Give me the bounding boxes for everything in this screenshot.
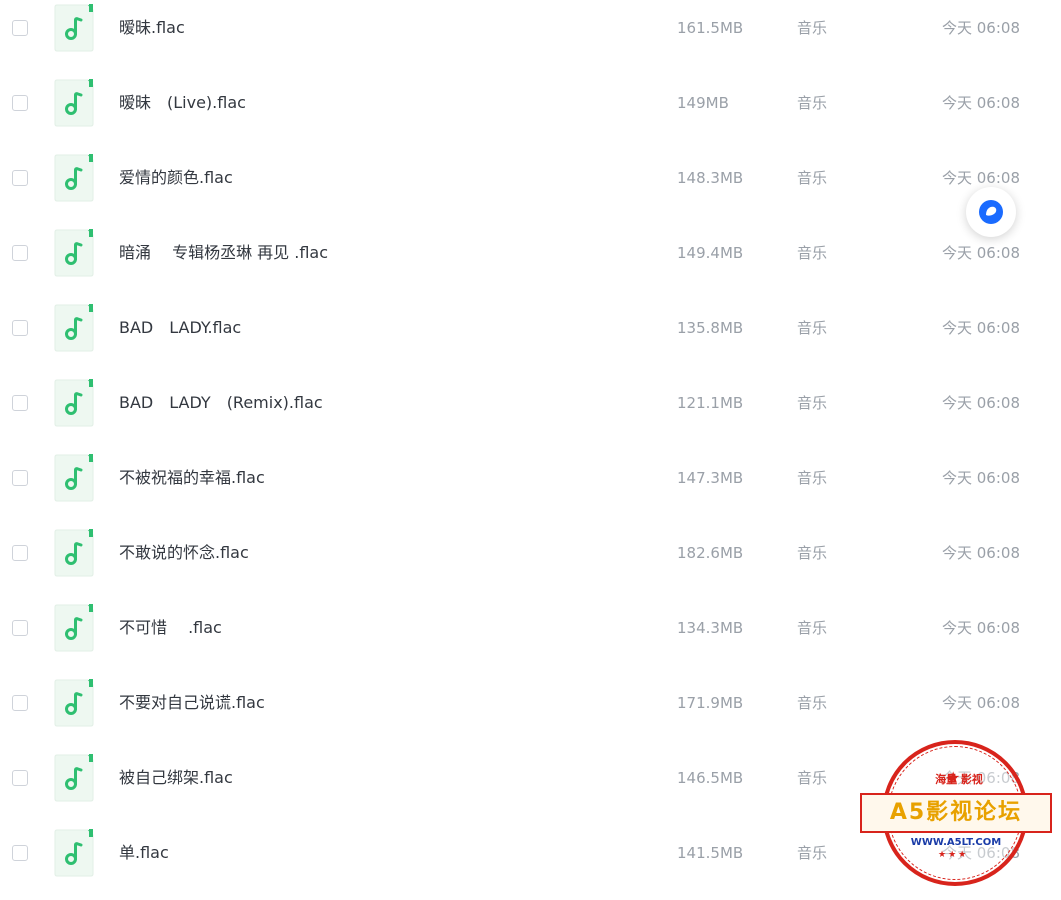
file-type: 音乐 xyxy=(797,544,828,562)
music-file-icon xyxy=(54,679,94,727)
file-name[interactable]: 爱情的颜色.flac xyxy=(119,168,233,188)
music-file-icon xyxy=(54,454,94,502)
file-modified-time: 今天 06:08 xyxy=(942,544,1020,562)
music-file-icon xyxy=(54,154,94,202)
row-checkbox[interactable] xyxy=(12,845,28,861)
stamp-stars-icon: ★★★ xyxy=(938,850,969,860)
music-file-icon xyxy=(54,754,94,802)
row-checkbox[interactable] xyxy=(12,620,28,636)
file-name[interactable]: 不要对自己说谎.flac xyxy=(119,693,265,713)
stamp-banner: A5影视论坛 xyxy=(860,793,1052,833)
file-name[interactable]: 暧昧.flac xyxy=(119,18,185,38)
file-type: 音乐 xyxy=(797,844,828,862)
music-file-icon xyxy=(54,529,94,577)
file-row[interactable]: 不要对自己说谎.flac 171.9MB 音乐 今天 06:08 xyxy=(0,666,1061,741)
file-row[interactable]: 暧昧.flac 161.5MB 音乐 今天 06:08 xyxy=(0,0,1061,66)
file-modified-time: 今天 06:08 xyxy=(942,244,1020,262)
file-type: 音乐 xyxy=(797,244,828,262)
file-size: 135.8MB xyxy=(677,319,744,337)
file-type: 音乐 xyxy=(797,694,828,712)
file-modified-time: 今天 06:08 xyxy=(942,19,1020,37)
music-file-icon xyxy=(54,379,94,427)
file-modified-time: 今天 06:08 xyxy=(942,94,1020,112)
row-checkbox[interactable] xyxy=(12,545,28,561)
file-modified-time: 今天 06:08 xyxy=(942,319,1020,337)
file-type: 音乐 xyxy=(797,319,828,337)
file-type: 音乐 xyxy=(797,469,828,487)
music-file-icon xyxy=(54,229,94,277)
row-checkbox[interactable] xyxy=(12,20,28,36)
file-size: 141.5MB xyxy=(677,844,744,862)
row-checkbox[interactable] xyxy=(12,395,28,411)
file-name[interactable]: 不可惜 .flac xyxy=(119,618,222,638)
floating-chat-button[interactable] xyxy=(966,187,1016,237)
row-checkbox[interactable] xyxy=(12,245,28,261)
file-modified-time: 今天 06:08 xyxy=(942,694,1020,712)
file-type: 音乐 xyxy=(797,19,828,37)
file-row[interactable]: 不被祝福的幸福.flac 147.3MB 音乐 今天 06:08 xyxy=(0,441,1061,516)
music-file-icon xyxy=(54,4,94,52)
file-size: 149.4MB xyxy=(677,244,744,262)
music-file-icon xyxy=(54,604,94,652)
row-checkbox[interactable] xyxy=(12,470,28,486)
file-modified-time: 今天 06:08 xyxy=(942,469,1020,487)
row-checkbox[interactable] xyxy=(12,695,28,711)
row-checkbox[interactable] xyxy=(12,770,28,786)
file-name[interactable]: BAD LADY (Remix).flac xyxy=(119,393,323,413)
file-size: 182.6MB xyxy=(677,544,744,562)
file-name[interactable]: 不被祝福的幸福.flac xyxy=(119,468,265,488)
file-row[interactable]: 暧昧 (Live).flac 149MB 音乐 今天 06:08 xyxy=(0,66,1061,141)
row-checkbox[interactable] xyxy=(12,320,28,336)
file-name[interactable]: BAD LADY.flac xyxy=(119,318,241,338)
row-checkbox[interactable] xyxy=(12,95,28,111)
file-row[interactable]: 不可惜 .flac 134.3MB 音乐 今天 06:08 xyxy=(0,591,1061,666)
star-icon: ★ xyxy=(946,768,961,787)
file-size: 148.3MB xyxy=(677,169,744,187)
file-type: 音乐 xyxy=(797,94,828,112)
music-file-icon xyxy=(54,829,94,877)
file-size: 171.9MB xyxy=(677,694,744,712)
chat-bubble-icon xyxy=(979,200,1003,224)
music-file-icon xyxy=(54,304,94,352)
file-size: 134.3MB xyxy=(677,619,744,637)
file-name[interactable]: 被自己绑架.flac xyxy=(119,768,233,788)
file-type: 音乐 xyxy=(797,769,828,787)
file-name[interactable]: 暗涌 专辑杨丞琳 再见 .flac xyxy=(119,243,328,263)
file-modified-time: 今天 06:08 xyxy=(942,619,1020,637)
file-type: 音乐 xyxy=(797,169,828,187)
row-checkbox[interactable] xyxy=(12,170,28,186)
file-size: 147.3MB xyxy=(677,469,744,487)
file-modified-time: 今天 06:08 xyxy=(942,394,1020,412)
file-type: 音乐 xyxy=(797,619,828,637)
file-size: 146.5MB xyxy=(677,769,744,787)
watermark-stamp: 海量 影视 ★ A5影视论坛 WWW.A5LT.COM ★★★ xyxy=(858,738,1058,894)
stamp-url: WWW.A5LT.COM xyxy=(910,837,1002,848)
file-row[interactable]: 不敢说的怀念.flac 182.6MB 音乐 今天 06:08 xyxy=(0,516,1061,591)
music-file-icon xyxy=(54,79,94,127)
file-type: 音乐 xyxy=(797,394,828,412)
file-modified-time: 今天 06:08 xyxy=(942,169,1020,187)
file-size: 149MB xyxy=(677,94,729,112)
file-row[interactable]: BAD LADY.flac 135.8MB 音乐 今天 06:08 xyxy=(0,291,1061,366)
file-name[interactable]: 不敢说的怀念.flac xyxy=(119,543,249,563)
file-size: 121.1MB xyxy=(677,394,744,412)
file-name[interactable]: 单.flac xyxy=(119,843,169,863)
file-row[interactable]: 爱情的颜色.flac 148.3MB 音乐 今天 06:08 xyxy=(0,141,1061,216)
file-name[interactable]: 暧昧 (Live).flac xyxy=(119,93,246,113)
file-row[interactable]: BAD LADY (Remix).flac 121.1MB 音乐 今天 06:08 xyxy=(0,366,1061,441)
file-size: 161.5MB xyxy=(677,19,744,37)
file-row[interactable]: 暗涌 专辑杨丞琳 再见 .flac 149.4MB 音乐 今天 06:08 xyxy=(0,216,1061,291)
